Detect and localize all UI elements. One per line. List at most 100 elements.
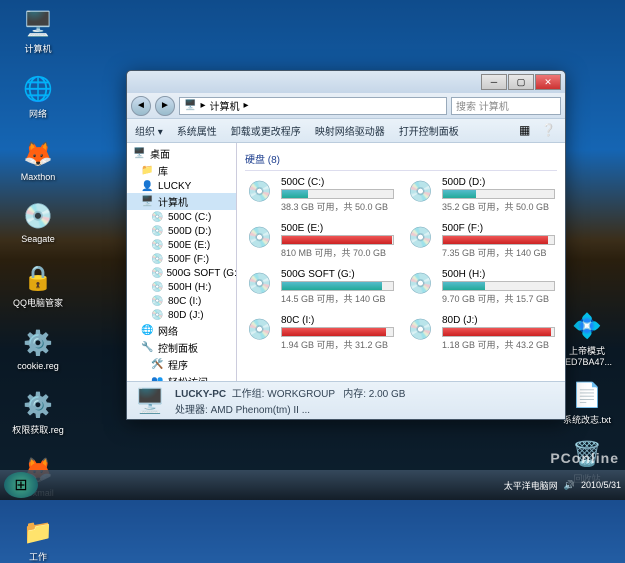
capacity-bar (281, 327, 394, 337)
app-icon: ⚙️ (22, 327, 54, 359)
tree-node[interactable]: 🖥️桌面 (127, 145, 236, 162)
nav-bar: ◄ ► 🖥️ ▸ 计算机 ▸ 搜索 计算机 (127, 93, 565, 119)
drive-item[interactable]: 💿80D (J:)1.18 GB 可用，共 43.2 GB (406, 313, 557, 353)
tree-node[interactable]: 💿500H (H:) (127, 280, 236, 294)
toolbar: 组织 ▾ 系统属性 卸载或更改程序 映射网络驱动器 打开控制面板 ▦ ❔ (127, 119, 565, 143)
capacity-bar (442, 281, 555, 291)
desktop-icon[interactable]: ⚙️权限获取.reg (8, 389, 68, 436)
node-icon: 🖥️ (141, 196, 155, 208)
tree-node[interactable]: 🛠️程序 (127, 356, 236, 373)
drive-item[interactable]: 💿500G SOFT (G:)14.5 GB 可用，共 140 GB (245, 267, 396, 307)
drive-item[interactable]: 💿500D (D:)35.2 GB 可用，共 50.0 GB (406, 175, 557, 215)
tree-node[interactable]: 👥轻松访问 (127, 373, 236, 381)
desktop-icon[interactable]: 💿Seagate (8, 200, 68, 244)
content-pane: 硬盘 (8) 💿500C (C:)38.3 GB 可用，共 50.0 GB💿50… (237, 143, 565, 381)
node-label: 网络 (158, 323, 178, 338)
desktop-icon[interactable]: 📄系统改志.txt (557, 379, 617, 426)
computer-icon: 🖥️ (184, 100, 196, 111)
desktop-icon[interactable]: 🔒QQ电脑管家 (8, 262, 68, 309)
group-header[interactable]: 硬盘 (8) (245, 149, 557, 171)
drive-name: 80D (J:) (442, 315, 555, 326)
drive-icon: 💿 (247, 223, 275, 251)
node-icon: 🖥️ (133, 148, 147, 160)
tree-node[interactable]: 💿500C (C:) (127, 210, 236, 224)
help-icon[interactable]: ❔ (541, 123, 557, 139)
node-label: 500E (E:) (168, 240, 210, 251)
breadcrumb-sep: ▸ (200, 100, 205, 111)
breadcrumb[interactable]: 🖥️ ▸ 计算机 ▸ (179, 97, 447, 115)
app-icon: 💠 (571, 310, 603, 342)
icon-label: 上帝模式 (ED7BA47... (557, 344, 617, 367)
capacity-bar (442, 189, 555, 199)
drive-item[interactable]: 💿 500E (E:) 810 MB 可用，共 70.0 GB (245, 221, 396, 261)
icon-label: QQ电脑管家 (13, 296, 63, 309)
minimize-button[interactable]: ─ (481, 74, 507, 90)
desktop-icon[interactable]: ⚙️cookie.reg (8, 327, 68, 371)
node-label: 80D (J:) (168, 310, 204, 321)
drive-free: 38.3 GB 可用，共 50.0 GB (281, 200, 394, 213)
icon-label: Seagate (21, 234, 55, 244)
node-label: 500H (H:) (168, 282, 211, 293)
icon-label: Maxthon (21, 172, 56, 182)
drive-item[interactable]: 💿80C (I:)1.94 GB 可用，共 31.2 GB (245, 313, 396, 353)
node-label: 程序 (168, 357, 188, 372)
node-label: 80C (I:) (168, 296, 201, 307)
system-tray[interactable]: 太平洋电脑网 🔊 2010/5/31 (504, 479, 621, 492)
drive-name: 500E (E:) (281, 223, 394, 234)
drive-free: 35.2 GB 可用，共 50.0 GB (442, 200, 555, 213)
toolbar-properties[interactable]: 系统属性 (177, 123, 217, 138)
desktop-icon[interactable]: 📁工作 (8, 516, 68, 563)
tree-node[interactable]: 💿80C (I:) (127, 294, 236, 308)
titlebar[interactable]: ─ ▢ ✕ (127, 71, 565, 93)
node-label: 计算机 (158, 194, 188, 209)
icon-label: 工作 (29, 550, 47, 563)
drive-item[interactable]: 💿500F (F:)7.35 GB 可用，共 140 GB (406, 221, 557, 261)
pc-name: LUCKY-PC (175, 389, 226, 400)
desktop-icon[interactable]: 🌐网络 (8, 73, 68, 120)
tree-node[interactable]: 🖥️计算机 (127, 193, 236, 210)
tree-node[interactable]: 💿500D (D:) (127, 224, 236, 238)
drive-icon: 💿 (408, 315, 436, 343)
breadcrumb-text: 计算机 (209, 98, 239, 113)
search-input[interactable]: 搜索 计算机 (451, 97, 561, 115)
node-label: 桌面 (150, 146, 170, 161)
node-icon: 💿 (151, 309, 165, 321)
start-button[interactable]: ⊞ (4, 472, 38, 498)
tree-node[interactable]: 📁库 (127, 162, 236, 179)
toolbar-uninstall[interactable]: 卸载或更改程序 (231, 123, 301, 138)
node-icon: 🔧 (141, 342, 155, 354)
maximize-button[interactable]: ▢ (508, 74, 534, 90)
capacity-bar (442, 327, 555, 337)
icon-label: 网络 (29, 107, 47, 120)
node-label: 500D (D:) (168, 226, 211, 237)
speaker-icon[interactable]: 🔊 (564, 480, 575, 491)
tree-node[interactable]: 🌐网络 (127, 322, 236, 339)
drive-item[interactable]: 💿500C (C:)38.3 GB 可用，共 50.0 GB (245, 175, 396, 215)
node-label: LUCKY (158, 181, 191, 192)
desktop-icon[interactable]: 🖥️计算机 (8, 8, 68, 55)
tree-node[interactable]: 💿80D (J:) (127, 308, 236, 322)
tray-date: 2010/5/31 (581, 480, 621, 490)
tree-node[interactable]: 💿500F (F:) (127, 252, 236, 266)
taskbar[interactable]: ⊞ 太平洋电脑网 🔊 2010/5/31 (0, 470, 625, 500)
desktop-icon[interactable]: 💠上帝模式 (ED7BA47... (557, 310, 617, 367)
drive-item[interactable]: 💿500H (H:)9.70 GB 可用，共 15.7 GB (406, 267, 557, 307)
drive-free: 9.70 GB 可用，共 15.7 GB (442, 292, 555, 305)
close-button[interactable]: ✕ (535, 74, 561, 90)
drive-icon: 💿 (408, 269, 436, 297)
nav-tree[interactable]: 🖥️桌面📁库👤LUCKY🖥️计算机💿500C (C:)💿500D (D:)💿50… (127, 143, 237, 381)
view-icon[interactable]: ▦ (519, 123, 535, 139)
tree-node[interactable]: 💿500G SOFT (G:) (127, 266, 236, 280)
desktop-icon[interactable]: 🦊Maxthon (8, 138, 68, 182)
node-icon: 👤 (141, 180, 155, 192)
icon-label: 权限获取.reg (12, 423, 64, 436)
drive-free: 810 MB 可用，共 70.0 GB (281, 246, 394, 259)
toolbar-control-panel[interactable]: 打开控制面板 (399, 123, 459, 138)
toolbar-map-drive[interactable]: 映射网络驱动器 (315, 123, 385, 138)
tree-node[interactable]: 🔧控制面板 (127, 339, 236, 356)
tree-node[interactable]: 👤LUCKY (127, 179, 236, 193)
forward-button[interactable]: ► (155, 96, 175, 116)
tree-node[interactable]: 💿500E (E:) (127, 238, 236, 252)
toolbar-organize[interactable]: 组织 ▾ (135, 123, 163, 138)
back-button[interactable]: ◄ (131, 96, 151, 116)
